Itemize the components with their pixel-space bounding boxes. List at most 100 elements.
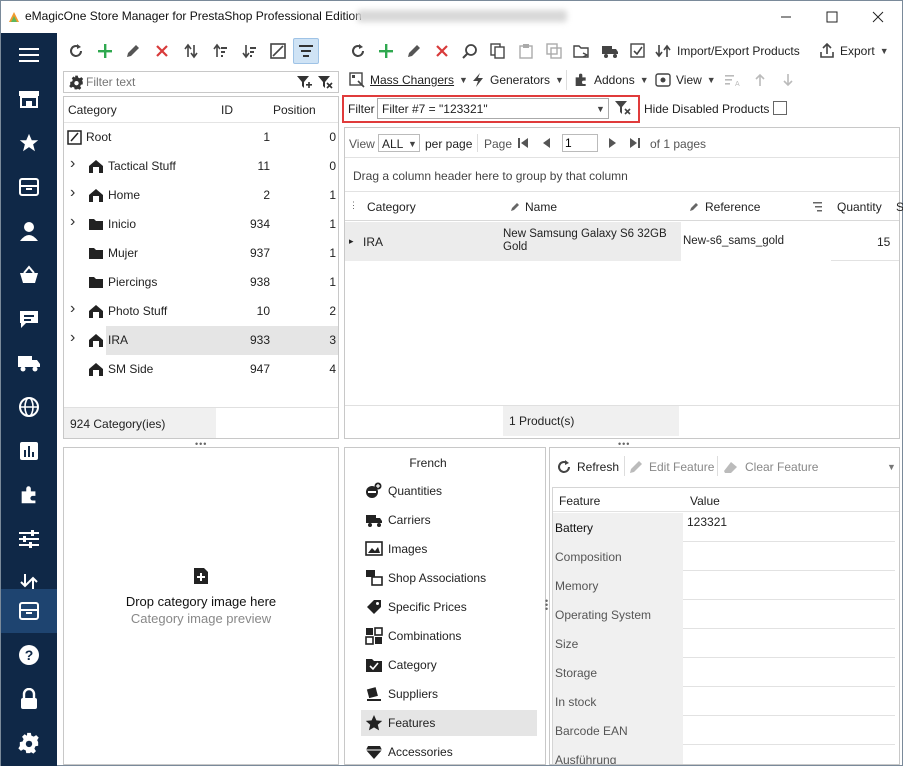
- category-image-panel[interactable]: Drop category image here Category image …: [63, 447, 339, 765]
- refresh-category-button[interactable]: [63, 38, 89, 64]
- feature-row[interactable]: Size: [553, 629, 895, 658]
- feature-row[interactable]: Barcode EAN: [553, 716, 895, 745]
- addons-button[interactable]: Addons ▼: [573, 67, 649, 93]
- sidebar-item-help[interactable]: ?: [1, 633, 57, 677]
- sidebar-item-customers[interactable]: [1, 209, 57, 253]
- feature-row[interactable]: Ausführung: [553, 745, 895, 764]
- menu-button[interactable]: [1, 33, 57, 77]
- edit-feature-button[interactable]: Edit Feature: [628, 454, 714, 480]
- detail-tab-category[interactable]: Category: [365, 652, 537, 678]
- product-row[interactable]: ▸ IRA New Samsung Galaxy S6 32GB Gold New-s…: [345, 222, 899, 261]
- feature-row[interactable]: In stock: [553, 687, 895, 716]
- view-count-select[interactable]: ALL ▼: [378, 134, 420, 152]
- detail-tab-quantities[interactable]: Quantities: [365, 478, 537, 504]
- sidebar-item-shipping[interactable]: [1, 341, 57, 385]
- category-row[interactable]: › Inicio 934 1: [64, 210, 338, 239]
- col-product-category[interactable]: Category: [367, 200, 416, 214]
- shipping-product-button[interactable]: [597, 38, 623, 64]
- feature-row[interactable]: Composition: [553, 542, 895, 571]
- col-feature[interactable]: Feature: [559, 494, 600, 508]
- edit-category-button[interactable]: [120, 38, 146, 64]
- expand-chevron-icon[interactable]: ›: [70, 300, 75, 318]
- expand-chevron-icon[interactable]: ›: [70, 155, 75, 173]
- sort-asc-button[interactable]: [207, 38, 233, 64]
- close-button[interactable]: [855, 1, 901, 33]
- sidebar-item-localization[interactable]: [1, 385, 57, 429]
- search-product-button[interactable]: [457, 38, 483, 64]
- sidebar-item-reports[interactable]: [1, 429, 57, 473]
- page-number-input[interactable]: [562, 134, 598, 152]
- col-id[interactable]: ID: [221, 103, 233, 117]
- expand-chevron-icon[interactable]: ›: [70, 329, 75, 347]
- clear-feature-button[interactable]: Clear Feature: [722, 454, 818, 480]
- sidebar-item-preferences[interactable]: [1, 517, 57, 561]
- first-page-icon[interactable]: [517, 137, 529, 149]
- col-product-name[interactable]: Name: [525, 200, 557, 214]
- features-refresh-button[interactable]: Refresh: [556, 454, 619, 480]
- col-product-extra[interactable]: S: [896, 200, 903, 214]
- category-row[interactable]: SM Side 947 4: [64, 355, 338, 384]
- move-down-button[interactable]: [775, 67, 801, 93]
- paste-product-button[interactable]: [513, 38, 539, 64]
- filter-combo[interactable]: Filter #7 = "123321" ▼: [377, 98, 609, 119]
- feature-row[interactable]: Battery 123321: [553, 513, 895, 542]
- category-filter-input[interactable]: [86, 74, 286, 90]
- add-product-button[interactable]: [373, 38, 399, 64]
- chevron-down-icon[interactable]: ▼: [887, 462, 896, 472]
- filter-add-icon[interactable]: [296, 75, 312, 90]
- refresh-products-button[interactable]: [345, 38, 371, 64]
- sidebar-item-catalog-active[interactable]: [1, 589, 57, 633]
- category-image-button[interactable]: [265, 38, 291, 64]
- move-up-button[interactable]: [747, 67, 773, 93]
- filter-clear-icon[interactable]: [317, 75, 333, 90]
- category-row[interactable]: › Home 2 1: [64, 181, 338, 210]
- language-label[interactable]: French: [345, 456, 511, 470]
- detail-tab-shop-associations[interactable]: Shop Associations: [365, 565, 537, 591]
- sidebar-item-addons[interactable]: [1, 473, 57, 517]
- detail-tab-features[interactable]: Features: [361, 710, 537, 736]
- detail-tab-specific-prices[interactable]: Specific Prices: [365, 594, 537, 620]
- detail-tab-images[interactable]: Images: [365, 536, 537, 562]
- expand-chevron-icon[interactable]: ›: [70, 213, 75, 231]
- detail-tab-carriers[interactable]: Carriers: [365, 507, 537, 533]
- mass-changers-button[interactable]: Mass Changers ▼: [349, 67, 468, 93]
- prev-page-icon[interactable]: [541, 137, 553, 149]
- export-button[interactable]: Export ▼: [819, 38, 889, 64]
- feature-value[interactable]: 123321: [687, 515, 727, 529]
- filter-clear-icon[interactable]: [614, 100, 632, 116]
- copy-product-button[interactable]: [485, 38, 511, 64]
- expand-chevron-icon[interactable]: ›: [70, 184, 75, 202]
- add-category-button[interactable]: [92, 38, 118, 64]
- generators-button[interactable]: Generators ▼: [471, 67, 564, 93]
- col-product-reference[interactable]: Reference: [705, 200, 760, 214]
- sidebar-item-settings[interactable]: [1, 721, 57, 765]
- category-row[interactable]: Root 1 0: [64, 123, 338, 152]
- sidebar-item-orders[interactable]: [1, 253, 57, 297]
- import-export-button[interactable]: Import/Export Products: [655, 38, 800, 64]
- move-category-button[interactable]: [178, 38, 204, 64]
- sidebar-item-favorites[interactable]: [1, 121, 57, 165]
- delete-category-button[interactable]: [149, 38, 175, 64]
- category-row[interactable]: Mujer 937 1: [64, 239, 338, 268]
- splitter-handle-vertical[interactable]: • • •: [545, 597, 548, 614]
- duplicate-product-button[interactable]: [541, 38, 567, 64]
- category-row[interactable]: Piercings 938 1: [64, 268, 338, 297]
- detail-tab-combinations[interactable]: Combinations: [365, 623, 537, 649]
- col-position[interactable]: Position: [273, 103, 316, 117]
- category-row[interactable]: › IRA 933 3: [64, 326, 338, 355]
- approve-product-button[interactable]: [625, 38, 651, 64]
- next-page-icon[interactable]: [606, 137, 618, 149]
- detail-tab-suppliers[interactable]: Suppliers: [365, 681, 537, 707]
- delete-product-button[interactable]: [429, 38, 455, 64]
- last-page-icon[interactable]: [629, 137, 641, 149]
- sidebar-item-messages[interactable]: [1, 297, 57, 341]
- group-panel[interactable]: Drag a column header here to group by th…: [345, 159, 899, 192]
- view-button[interactable]: View ▼: [655, 67, 716, 93]
- hide-disabled-checkbox[interactable]: [773, 101, 787, 115]
- move-to-category-button[interactable]: [569, 38, 595, 64]
- sort-desc-button[interactable]: [236, 38, 262, 64]
- maximize-button[interactable]: [809, 1, 855, 33]
- detail-tab-accessories[interactable]: Accessories: [365, 739, 537, 764]
- sort-a-button[interactable]: A: [719, 67, 745, 93]
- col-category[interactable]: Category: [68, 103, 117, 117]
